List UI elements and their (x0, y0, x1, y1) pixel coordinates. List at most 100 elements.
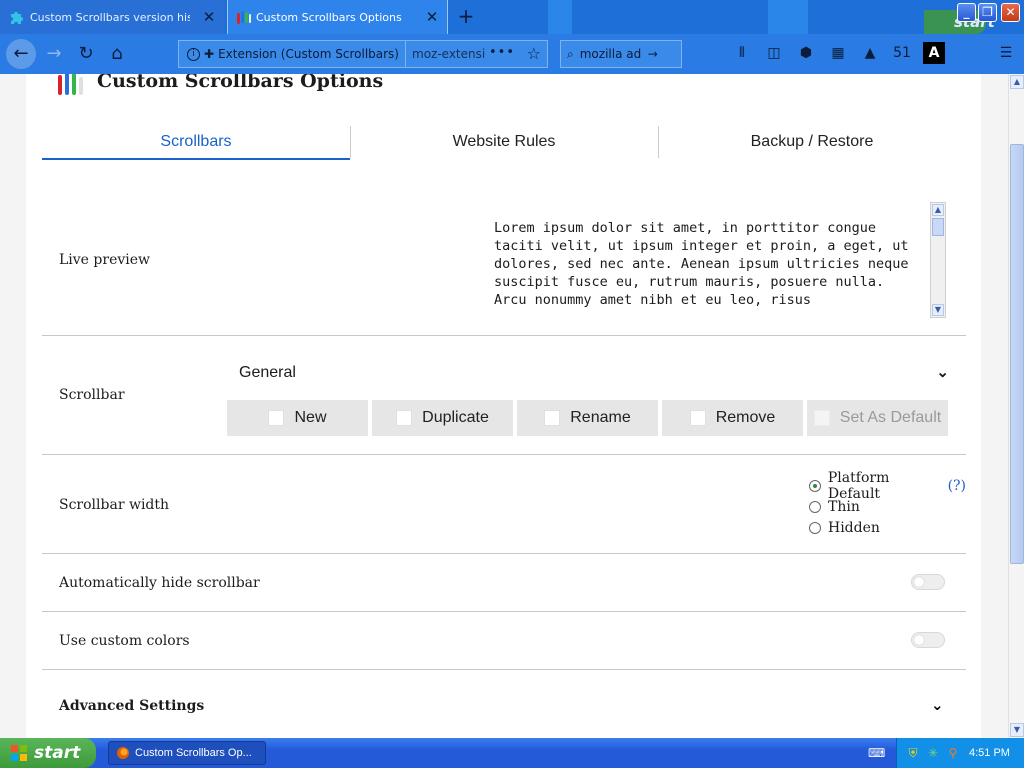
tab-options[interactable]: Custom Scrollbars Options ✕ (227, 0, 448, 34)
remove-button[interactable]: Remove (662, 400, 803, 436)
url-bar[interactable]: i ✚ Extension (Custom Scrollbars) moz-ex… (178, 40, 548, 68)
extension-a-icon[interactable]: ▲ (859, 42, 881, 64)
scrollbar-row: Scrollbar General ⌄ New Duplicate Rename… (42, 336, 966, 455)
set-default-icon (813, 410, 830, 426)
radio-button[interactable] (809, 500, 821, 513)
scrollbar-select[interactable]: General ⌄ (239, 358, 949, 388)
autohide-row: Automatically hide scrollbar (42, 554, 966, 612)
search-bar[interactable]: ⌕ mozilla addons → (560, 40, 682, 68)
clock: 4:51 PM (969, 747, 1010, 759)
advanced-settings-row[interactable]: Advanced Settings ⌄ (42, 670, 966, 738)
page-title: Custom Scrollbars Options (97, 74, 384, 92)
scrollbar-width-options: Platform Default (?) Thin Hidden (809, 470, 966, 538)
new-icon (268, 410, 285, 426)
search-input[interactable]: mozilla addons (580, 47, 642, 61)
taskbar: start Custom Scrollbars Op... ⌨ ⛨ ✳ ⚲ 4:… (0, 738, 1024, 768)
background-strip (768, 0, 808, 34)
tab-website-rules[interactable]: Website Rules (350, 124, 658, 160)
close-icon[interactable]: ✕ (200, 8, 218, 26)
back-arrow-icon[interactable]: ← (6, 39, 36, 69)
search-tray-icon[interactable]: ⚲ (945, 745, 961, 761)
radio-button[interactable] (809, 521, 821, 534)
extension-badge[interactable]: 51 (891, 42, 913, 64)
page-gutter (0, 74, 26, 738)
width-option-platform-default[interactable]: Platform Default (?) (809, 470, 966, 502)
width-option-hidden[interactable]: Hidden (809, 517, 966, 538)
chevron-down-icon[interactable]: ⌄ (931, 696, 944, 714)
preview-scrollbar[interactable]: ▲ ▼ (930, 202, 946, 318)
duplicate-button[interactable]: Duplicate (372, 400, 513, 436)
font-extension-icon[interactable]: A (923, 42, 945, 64)
scrollbar-width-row: Scrollbar width Platform Default (?) Thi… (42, 455, 966, 554)
windows-flag-icon (11, 745, 27, 761)
autohide-toggle[interactable] (911, 574, 945, 590)
security-shield-icon[interactable]: ⛨ (905, 745, 921, 761)
ublock-icon[interactable]: ⬢ (795, 42, 817, 64)
new-button-label: New (294, 409, 327, 426)
info-icon: i (187, 47, 200, 61)
bookmark-star-icon[interactable]: ☆ (527, 44, 541, 63)
url-text[interactable]: moz-extension:// (406, 47, 486, 61)
background-strip (548, 0, 572, 34)
restore-icon: ❐ (982, 5, 993, 19)
close-window-button[interactable]: ✕ (1001, 3, 1020, 22)
tab-title: Custom Scrollbars version history (30, 10, 190, 24)
remove-button-label: Remove (715, 409, 776, 426)
set-as-default-button[interactable]: Set As Default (807, 400, 948, 436)
library-icon[interactable]: ⫴ (731, 42, 753, 64)
puzzle-icon (11, 12, 23, 24)
help-link[interactable]: (?) (948, 478, 966, 494)
duplicate-icon (396, 410, 413, 426)
ghost-start-button: start (924, 10, 995, 34)
page-scroll-thumb[interactable] (1010, 144, 1024, 564)
taskbar-item-firefox[interactable]: Custom Scrollbars Op... (108, 741, 266, 765)
live-preview-label: Live preview (59, 252, 151, 268)
tab-backup-restore[interactable]: Backup / Restore (658, 124, 966, 160)
page-header: Custom Scrollbars Options (58, 74, 383, 98)
minimize-icon: _ (963, 5, 970, 19)
preview-scroll-thumb[interactable] (932, 218, 944, 236)
set-as-default-label: Set As Default (839, 409, 942, 426)
page-gutter (981, 74, 1008, 738)
advanced-settings-label: Advanced Settings (59, 698, 205, 714)
new-tab-plus-icon[interactable]: + (456, 6, 476, 26)
minimize-button[interactable]: _ (957, 3, 976, 22)
new-button[interactable]: New (227, 400, 368, 436)
extension-grid-icon[interactable]: ▦ (827, 42, 849, 64)
forward-arrow-icon[interactable]: → (40, 40, 68, 68)
rename-button[interactable]: Rename (517, 400, 658, 436)
reload-icon[interactable]: ↻ (72, 40, 100, 68)
firefox-icon (117, 747, 129, 759)
scrollbar-buttons: New Duplicate Rename Remove Set As Defau… (227, 400, 948, 436)
radio-button[interactable] (809, 479, 821, 492)
preview-text: Lorem ipsum dolor sit amet, in porttitor… (494, 220, 917, 308)
scroll-down-arrow-icon[interactable]: ▼ (1010, 723, 1024, 737)
rename-button-label: Rename (570, 409, 631, 426)
scroll-up-arrow-icon[interactable]: ▲ (1010, 75, 1024, 89)
maximize-button[interactable]: ❐ (978, 3, 997, 22)
tab-scrollbars[interactable]: Scrollbars (42, 124, 350, 160)
site-identity[interactable]: i ✚ Extension (Custom Scrollbars) (179, 41, 406, 67)
network-icon[interactable]: ✳ (925, 745, 941, 761)
hamburger-menu-icon[interactable]: ☰ (995, 42, 1017, 64)
close-icon[interactable]: ✕ (423, 8, 441, 26)
custom-colors-toggle[interactable] (911, 632, 945, 648)
page-actions-menu-icon[interactable]: ••• (489, 45, 515, 60)
tab-version-history[interactable]: Custom Scrollbars version history ✕ (0, 0, 224, 34)
tab-title: Custom Scrollbars Options (256, 10, 402, 24)
home-icon[interactable]: ⌂ (103, 40, 131, 68)
scrollbar-width-label: Scrollbar width (59, 497, 170, 513)
keyboard-icon[interactable]: ⌨ (868, 746, 885, 760)
live-preview-box[interactable]: Lorem ipsum dolor sit amet, in porttitor… (494, 202, 948, 318)
start-button[interactable]: start (0, 738, 96, 768)
identity-label: Extension (Custom Scrollbars) (218, 47, 399, 61)
custom-colors-row: Use custom colors (42, 612, 966, 670)
scroll-down-arrow-icon[interactable]: ▼ (932, 304, 944, 316)
scroll-up-arrow-icon[interactable]: ▲ (932, 204, 944, 216)
search-go-arrow-icon[interactable]: → (648, 47, 658, 61)
sidebar-icon[interactable]: ◫ (763, 42, 785, 64)
width-option-label: Platform Default (827, 469, 890, 502)
system-tray: ⛨ ✳ ⚲ 4:51 PM (896, 738, 1024, 768)
page-scrollbar[interactable]: ▲ ▼ (1008, 74, 1024, 738)
live-preview-row: Live preview Lorem ipsum dolor sit amet,… (42, 184, 966, 336)
